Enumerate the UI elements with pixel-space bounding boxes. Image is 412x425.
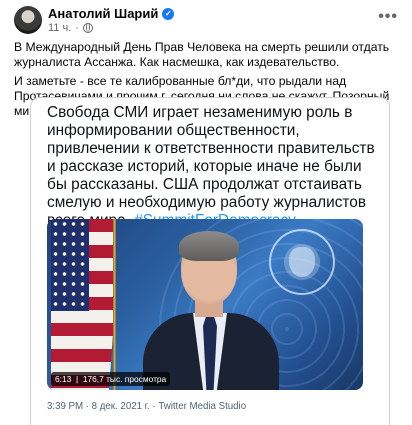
verified-check-icon: ✓ bbox=[162, 7, 175, 20]
tweet-timestamp[interactable]: 3:39 PM · 8 дек. 2021 г. · Twitter Media… bbox=[47, 401, 246, 412]
author-avatar[interactable] bbox=[14, 6, 42, 34]
tweet-body: Свобода СМИ играет незаменимую роль в ин… bbox=[47, 104, 375, 229]
embedded-tweet-card[interactable]: Свобода СМИ играет незаменимую роль в ин… bbox=[30, 97, 390, 425]
more-options-icon[interactable]: ••• bbox=[378, 8, 398, 26]
speaker-figure bbox=[143, 227, 283, 390]
facebook-post: Анатолий Шарий ✓ 11 ч. · ••• В Междунаро… bbox=[0, 0, 412, 425]
flag-pole bbox=[113, 219, 116, 390]
author-name[interactable]: Анатолий Шарий bbox=[48, 6, 158, 21]
post-paragraph-1: В Международный День Прав Человека на см… bbox=[14, 40, 390, 69]
author-header: Анатолий Шарий ✓ bbox=[48, 6, 175, 21]
video-views: 176,7 тыс. просмотра bbox=[82, 374, 167, 384]
post-meta: 11 ч. · bbox=[48, 22, 93, 34]
tweet-video[interactable]: 6:13 | 176,7 тыс. просмотра bbox=[47, 219, 363, 390]
tweet-text: Свобода СМИ играет незаменимую роль в ин… bbox=[47, 104, 377, 230]
video-duration: 6:13 bbox=[55, 374, 72, 384]
video-stats-badge: 6:13 | 176,7 тыс. просмотра bbox=[51, 372, 171, 386]
us-flag-image bbox=[51, 219, 115, 390]
globe-icon bbox=[82, 23, 93, 33]
post-time[interactable]: 11 ч. bbox=[48, 22, 71, 34]
